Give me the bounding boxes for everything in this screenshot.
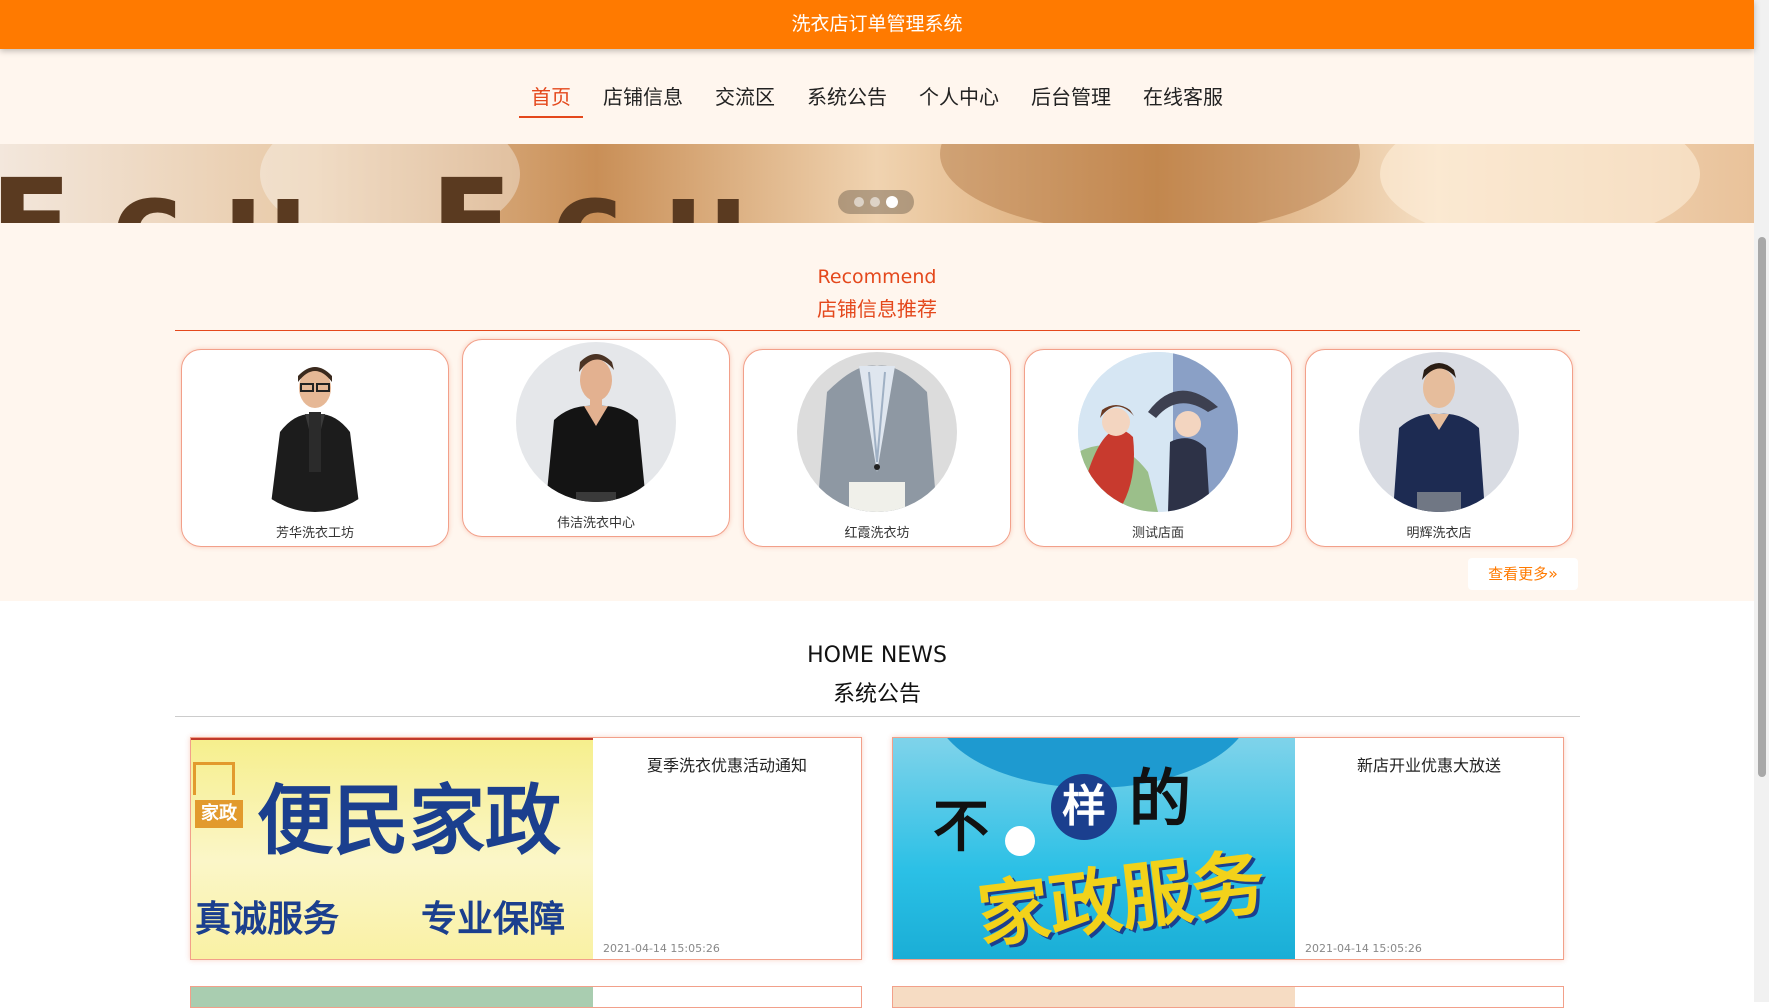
nav-area: 首页 店铺信息 交流区 系统公告 个人中心 后台管理 在线客服 [0, 49, 1754, 144]
news-title-cn: 系统公告 [832, 682, 921, 707]
site-title-bar: 洗衣店订单管理系统 [0, 0, 1754, 49]
news-card[interactable]: 家政 便民家政 真诚服务 专业保障 夏季洗衣优惠活动通知 2021-04-14 … [190, 737, 862, 960]
news-title: 新店开业优惠大放送 [1356, 756, 1501, 775]
banner-text: Fcu Fcu [0, 150, 789, 223]
image-text: 的 [1129, 762, 1192, 835]
news-card-partial[interactable] [190, 986, 862, 1008]
view-more-label: 查看更多 [1488, 565, 1549, 583]
shop-photo [1359, 352, 1519, 512]
image-headline: 便民家政 [257, 776, 561, 865]
news-card-partial[interactable] [892, 986, 1564, 1008]
shop-photo [235, 352, 395, 512]
image-subtext: 专业保障 [421, 899, 566, 940]
banner-decoration [940, 144, 1360, 223]
image-text: 样 [1051, 774, 1117, 840]
recommend-title-en: Recommend [817, 266, 937, 288]
news-image: 家政 便民家政 真诚服务 专业保障 [191, 738, 593, 959]
shop-name: 测试店面 [1131, 526, 1184, 541]
carousel-indicators [838, 190, 914, 214]
carousel-dot-active[interactable] [886, 196, 898, 208]
nav-item-home[interactable]: 首页 [519, 84, 583, 118]
shop-name: 芳华洗衣工坊 [275, 526, 354, 541]
shop-name: 红霞洗衣坊 [844, 526, 910, 541]
shop-photo [1078, 352, 1238, 512]
nav-item-shop-info[interactable]: 店铺信息 [591, 84, 695, 118]
view-more-button[interactable]: 查看更多» [1468, 558, 1578, 590]
nav-item-personal-center[interactable]: 个人中心 [907, 84, 1011, 118]
shop-name: 伟洁洗衣中心 [556, 516, 635, 531]
shop-card[interactable]: 红霞洗衣坊 [743, 349, 1011, 547]
main-nav: 首页 店铺信息 交流区 系统公告 个人中心 后台管理 在线客服 [0, 84, 1754, 118]
section-divider [175, 330, 1580, 331]
nav-item-admin[interactable]: 后台管理 [1019, 84, 1123, 118]
news-card[interactable]: 不 样 的 家政服务 新店开业优惠大放送 2021-04-14 15:05:26 [892, 737, 1564, 960]
news-image: 不 样 的 家政服务 [893, 738, 1295, 959]
shop-card[interactable]: 芳华洗衣工坊 [181, 349, 449, 547]
shop-card[interactable]: 测试店面 [1024, 349, 1292, 547]
section-divider [175, 716, 1580, 717]
banner-decoration [1380, 144, 1700, 223]
image-text: 不 [933, 795, 989, 860]
scrollbar-thumb[interactable] [1758, 237, 1766, 777]
recommend-title-cn: 店铺信息推荐 [817, 297, 937, 321]
house-icon [193, 762, 235, 795]
shop-photo [797, 352, 957, 512]
nav-item-forum[interactable]: 交流区 [703, 84, 787, 118]
shop-name: 明辉洗衣店 [1406, 526, 1472, 541]
nav-item-customer-service[interactable]: 在线客服 [1131, 84, 1235, 118]
news-title-en: HOME NEWS [807, 643, 947, 668]
carousel-dot[interactable] [854, 197, 864, 207]
nav-item-announcements[interactable]: 系统公告 [795, 84, 899, 118]
shop-card[interactable]: 伟洁洗衣中心 [462, 339, 730, 537]
page-scrollbar[interactable] [1754, 0, 1769, 1002]
site-title: 洗衣店订单管理系统 [791, 13, 963, 35]
news-date: 2021-04-14 15:05:26 [603, 942, 720, 955]
smile-icon [1005, 826, 1035, 856]
image-badge: 家政 [195, 800, 243, 828]
carousel-dot[interactable] [870, 197, 880, 207]
image-subtext: 真诚服务 [195, 899, 340, 940]
double-chevron-right-icon: » [1548, 564, 1558, 583]
news-date: 2021-04-14 15:05:26 [1305, 942, 1422, 955]
shop-photo [516, 342, 676, 502]
shop-card[interactable]: 明辉洗衣店 [1305, 349, 1573, 547]
news-title: 夏季洗衣优惠活动通知 [646, 756, 807, 775]
recommend-section: Recommend 店铺信息推荐 芳华洗衣工坊 伟洁洗衣中心 红霞洗衣坊 测试店… [0, 223, 1754, 601]
